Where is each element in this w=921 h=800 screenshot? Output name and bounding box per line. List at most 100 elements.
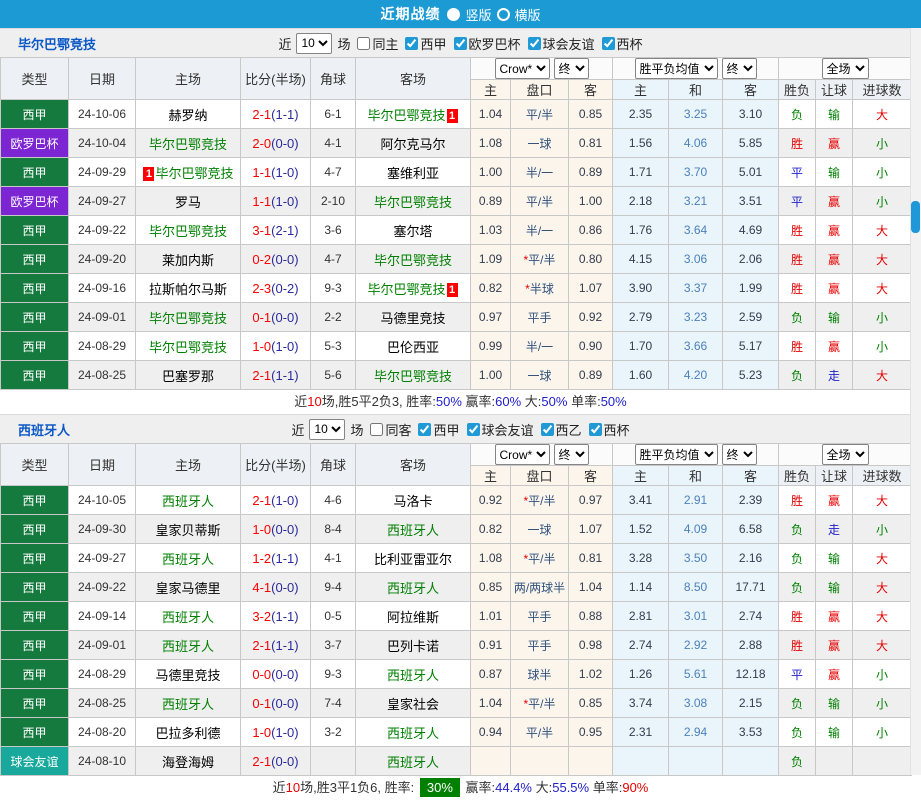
competition-checkbox[interactable] [588, 422, 602, 436]
table-row[interactable]: 西甲 24-08-25 西班牙人 0-1(0-0) 7-4 皇家社会 1.04 *平/半 0.8… [0, 688, 913, 718]
avg-stage-select[interactable]: 终 [721, 58, 757, 79]
competition-checkbox[interactable] [601, 36, 615, 50]
avg-stage-select[interactable]: 终 [721, 444, 757, 465]
home-team-name[interactable]: 巴拉多利德 [155, 726, 220, 741]
table-row[interactable]: 西甲 24-09-01 西班牙人 2-1(1-1) 3-7 巴列卡诺 0.91 平手 0.98 2… [0, 630, 913, 660]
horizontal-radio[interactable] [496, 7, 510, 21]
odds-stage-select[interactable]: 终 [553, 58, 589, 79]
competition-filter-0[interactable]: 西甲 [401, 34, 447, 53]
scrollbar-thumb[interactable] [911, 201, 920, 233]
table-row[interactable]: 西甲 24-09-29 1 毕尔巴鄂竞技 1-1(1-0) 4-7 塞维利亚 1.00 半/一 0… [0, 157, 913, 187]
away-team-name[interactable]: 西班牙人 [387, 755, 439, 770]
away-team-name[interactable]: 毕尔巴鄂竞技 [374, 369, 452, 384]
home-team-name[interactable]: 毕尔巴鄂竞技 [149, 224, 227, 239]
table-row[interactable]: 西甲 24-09-16 拉斯帕尔马斯 2-3(0-2) 9-3 毕尔巴鄂竞技 1 0.82 *半… [0, 273, 913, 303]
competition-filter-1[interactable]: 球会友谊 [463, 420, 534, 439]
table-row[interactable]: 西甲 24-09-14 西班牙人 3-2(1-1) 0-5 阿拉维斯 1.01 平手 0.88 2… [0, 601, 913, 631]
away-team-name[interactable]: 马德里竞技 [380, 311, 445, 326]
home-team-name[interactable]: 西班牙人 [162, 697, 214, 712]
table-row[interactable]: 西甲 24-08-29 马德里竞技 0-0(0-0) 9-3 西班牙人 0.87 球半 1.02… [0, 659, 913, 689]
away-team-name[interactable]: 毕尔巴鄂竞技 [374, 195, 452, 210]
table-row[interactable]: 西甲 24-09-01 毕尔巴鄂竞技 0-1(0-0) 2-2 马德里竞技 0.97 平手 0.… [0, 302, 913, 332]
away-team-name[interactable]: 比利亚雷亚尔 [374, 552, 452, 567]
table-row[interactable]: 西甲 24-09-20 莱加内斯 0-2(0-0) 4-7 毕尔巴鄂竞技 1.09 *平/半 0… [0, 244, 913, 274]
competition-filter-2[interactable]: 西乙 [537, 420, 582, 439]
team-name[interactable]: 西班牙人 [18, 420, 70, 439]
away-team-name[interactable]: 阿拉维斯 [387, 610, 439, 625]
away-team-name[interactable]: 马洛卡 [393, 494, 432, 509]
home-team-name[interactable]: 海登海姆 [162, 755, 214, 770]
table-row[interactable]: 欧罗巴杯 24-10-04 毕尔巴鄂竞技 2-0(0-0) 4-1 阿尔克马尔 1.08 一球… [0, 128, 913, 158]
home-team-name[interactable]: 西班牙人 [162, 639, 214, 654]
away-team-name[interactable]: 毕尔巴鄂竞技 [367, 282, 445, 297]
table-row[interactable]: 球会友谊 24-08-10 海登海姆 2-1(0-0) 西班牙人 负 [0, 746, 913, 776]
home-team-name[interactable]: 巴塞罗那 [162, 369, 214, 384]
competition-checkbox[interactable] [527, 36, 541, 50]
home-team-name[interactable]: 西班牙人 [162, 552, 214, 567]
avg-odds-select[interactable]: 胜平负均值 [634, 58, 718, 79]
home-team-name[interactable]: 毕尔巴鄂竞技 [155, 166, 233, 181]
competition-checkbox[interactable] [405, 36, 419, 50]
away-team-name[interactable]: 巴列卡诺 [387, 639, 439, 654]
home-team-name[interactable]: 莱加内斯 [162, 253, 214, 268]
odds-company-select[interactable]: Crow* [494, 58, 550, 79]
competition-checkbox[interactable] [540, 422, 554, 436]
table-row[interactable]: 西甲 24-09-22 毕尔巴鄂竞技 3-1(2-1) 3-6 塞尔塔 1.03 半/一 0.8… [0, 215, 913, 245]
competition-filter-0[interactable]: 西甲 [414, 420, 460, 439]
table-row[interactable]: 西甲 24-08-20 巴拉多利德 1-0(1-0) 3-2 西班牙人 0.94 平/半 0.9… [0, 717, 913, 747]
away-team-name[interactable]: 西班牙人 [387, 726, 439, 741]
odds-company-select[interactable]: Crow* [494, 444, 550, 465]
away-team-name[interactable]: 阿尔克马尔 [380, 137, 445, 152]
team-name[interactable]: 毕尔巴鄂竞技 [18, 34, 96, 53]
competition-filter-3[interactable]: 西杯 [585, 420, 630, 439]
competition-checkbox[interactable] [453, 36, 467, 50]
vertical-radio[interactable] [447, 7, 461, 21]
competition-filter-2[interactable]: 球会友谊 [524, 34, 595, 53]
recent-count-select[interactable]: 10 [309, 418, 346, 440]
odds-stage-select[interactable]: 终 [553, 444, 589, 465]
horizontal-radio-label[interactable]: 横版 [515, 5, 541, 24]
home-team-name[interactable]: 赫罗纳 [168, 108, 207, 123]
away-team-name[interactable]: 西班牙人 [387, 668, 439, 683]
table-row[interactable]: 西甲 24-09-22 皇家马德里 4-1(0-0) 9-4 西班牙人 0.85 两/两球半 1… [0, 572, 913, 602]
home-team-name[interactable]: 毕尔巴鄂竞技 [149, 340, 227, 355]
recent-count-select[interactable]: 10 [296, 32, 333, 54]
competition-filter-3[interactable]: 西杯 [598, 34, 643, 53]
scrollbar-track[interactable] [910, 28, 921, 775]
away-team-name[interactable]: 巴伦西亚 [387, 340, 439, 355]
table-row[interactable]: 西甲 24-10-05 西班牙人 2-1(1-0) 4-6 马洛卡 0.92 *平/半 0.97… [0, 485, 913, 515]
avg-odds-select[interactable]: 胜平负均值 [634, 444, 718, 465]
away-team-name[interactable]: 毕尔巴鄂竞技 [374, 253, 452, 268]
home-team-name[interactable]: 毕尔巴鄂竞技 [149, 311, 227, 326]
same-venue-checkbox[interactable] [357, 36, 371, 50]
home-team-name[interactable]: 皇家贝蒂斯 [155, 523, 220, 538]
table-row[interactable]: 西甲 24-08-29 毕尔巴鄂竞技 1-0(1-0) 5-3 巴伦西亚 0.99 半/一 0.… [0, 331, 913, 361]
home-team-name[interactable]: 毕尔巴鄂竞技 [149, 137, 227, 152]
same-venue-checkbox[interactable] [370, 422, 384, 436]
away-team-name[interactable]: 塞尔塔 [393, 224, 432, 239]
away-team-name[interactable]: 塞维利亚 [387, 166, 439, 181]
table-row[interactable]: 西甲 24-10-06 赫罗纳 2-1(1-1) 6-1 毕尔巴鄂竞技 1 1.04 平/半 0.… [0, 99, 913, 129]
match-scope-select[interactable]: 全场 [821, 444, 869, 465]
home-team-name[interactable]: 拉斯帕尔马斯 [149, 282, 227, 297]
same-venue-filter[interactable]: 同客 [366, 420, 411, 439]
away-team-name[interactable]: 皇家社会 [387, 697, 439, 712]
home-team-name[interactable]: 西班牙人 [162, 494, 214, 509]
table-row[interactable]: 西甲 24-09-30 皇家贝蒂斯 1-0(0-0) 8-4 西班牙人 0.82 一球 1.07… [0, 514, 913, 544]
same-venue-filter[interactable]: 同主 [353, 34, 398, 53]
home-team-name[interactable]: 马德里竞技 [155, 668, 220, 683]
away-team-name[interactable]: 西班牙人 [387, 581, 439, 596]
match-scope-select[interactable]: 全场 [821, 58, 869, 79]
competition-checkbox[interactable] [418, 422, 432, 436]
table-row[interactable]: 西甲 24-09-27 西班牙人 1-2(1-1) 4-1 比利亚雷亚尔 1.08 *平/半 0… [0, 543, 913, 573]
away-team-name[interactable]: 西班牙人 [387, 523, 439, 538]
competition-checkbox[interactable] [466, 422, 480, 436]
vertical-radio-label[interactable]: 竖版 [465, 5, 491, 24]
away-team-name[interactable]: 毕尔巴鄂竞技 [367, 108, 445, 123]
home-team-name[interactable]: 西班牙人 [162, 610, 214, 625]
home-team-name[interactable]: 皇家马德里 [155, 581, 220, 596]
home-team-name[interactable]: 罗马 [175, 195, 201, 210]
table-row[interactable]: 西甲 24-08-25 巴塞罗那 2-1(1-1) 5-6 毕尔巴鄂竞技 1.00 一球 0.8… [0, 360, 913, 390]
table-row[interactable]: 欧罗巴杯 24-09-27 罗马 1-1(1-0) 2-10 毕尔巴鄂竞技 0.89 平/半 1… [0, 186, 913, 216]
competition-filter-1[interactable]: 欧罗巴杯 [450, 34, 521, 53]
